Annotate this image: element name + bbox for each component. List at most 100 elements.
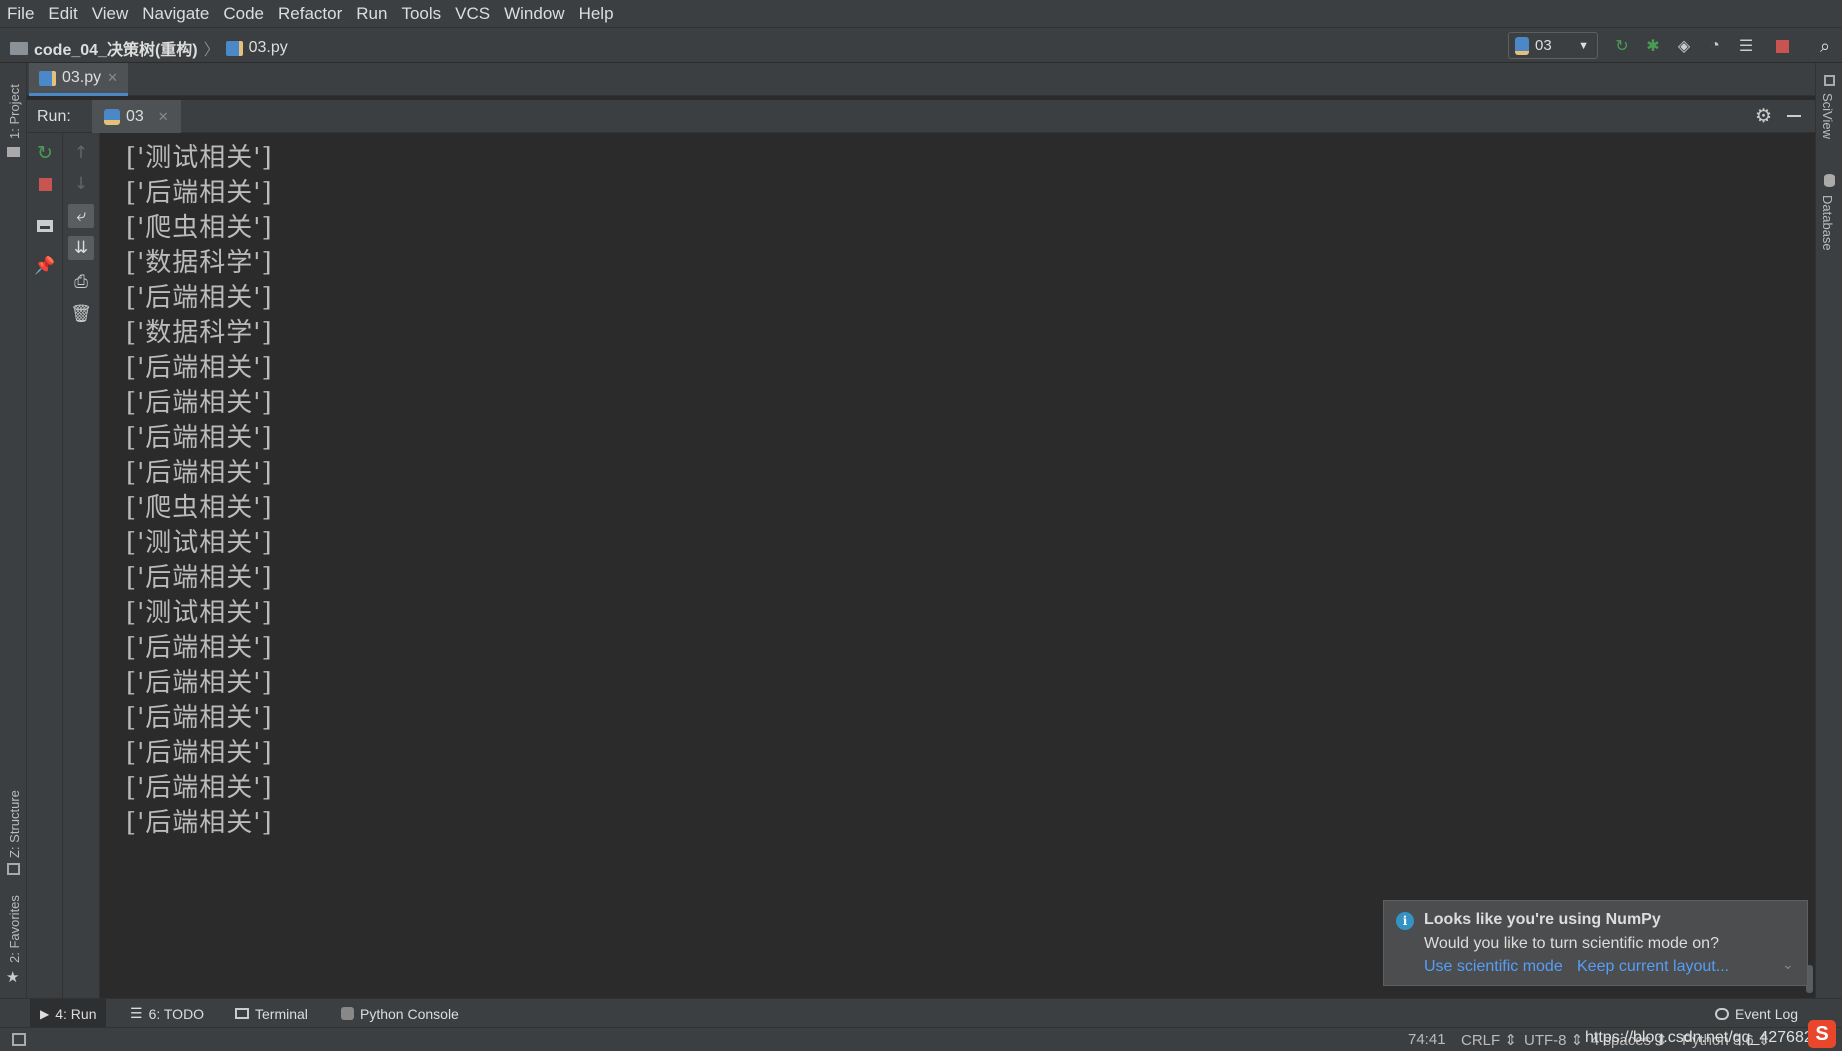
run-panel-label: Run:	[37, 108, 71, 125]
menu-window[interactable]: Window	[497, 4, 571, 24]
python-icon	[104, 108, 120, 125]
speech-bubble-icon	[1715, 1007, 1729, 1020]
left-tool-stripe: 1: Project Z: Structure 2: Favorites ★	[0, 63, 27, 998]
coverage-icon[interactable]: ◈	[1674, 36, 1694, 56]
tab-terminal[interactable]: Terminal	[225, 999, 318, 1028]
editor-tabs: 03.py ✕	[27, 63, 1815, 96]
line-separator[interactable]: CRLF ⇕	[1461, 1031, 1517, 1049]
trash-icon[interactable]: 🗑	[63, 301, 99, 327]
folder-icon	[7, 147, 20, 157]
menu-tools[interactable]: Tools	[394, 4, 448, 24]
database-icon	[1824, 174, 1835, 187]
tab-run[interactable]: ▶ 4: Run	[30, 999, 107, 1028]
run-panel-header: Run: 03 ✕ ⚙	[27, 100, 1815, 133]
menu-refactor[interactable]: Refactor	[271, 4, 349, 24]
console-line: ['爬虫相关']	[126, 493, 273, 523]
structure-icon	[7, 863, 20, 875]
tab-todo[interactable]: ☰ 6: TODO	[120, 999, 214, 1028]
tab-event-log-label: Event Log	[1735, 1005, 1799, 1022]
run-tab-03[interactable]: 03 ✕	[92, 100, 181, 133]
soft-wrap-icon[interactable]: ⤶	[63, 203, 99, 229]
stop-icon[interactable]	[1772, 36, 1792, 56]
console-line: ['测试相关']	[126, 598, 273, 628]
menu-code[interactable]: Code	[216, 4, 271, 24]
file-encoding[interactable]: UTF-8 ⇕	[1524, 1031, 1583, 1049]
menu-edit[interactable]: Edit	[41, 4, 84, 24]
python-file-icon	[225, 40, 243, 56]
pin-icon[interactable]: 📌	[27, 253, 63, 279]
info-icon: i	[1396, 912, 1414, 930]
debug-icon[interactable]: ✱	[1643, 36, 1663, 56]
console-line: ['数据科学']	[126, 248, 273, 278]
breadcrumb-project[interactable]: code_04_决策树(重构)	[34, 36, 198, 60]
tab-python-console[interactable]: Python Console	[331, 999, 469, 1028]
run-concurrency-icon[interactable]: ☰	[1736, 36, 1756, 56]
numpy-notification: i Looks like you're using NumPy Would yo…	[1383, 900, 1808, 986]
tab-todo-label: 6: TODO	[148, 1005, 205, 1022]
tab-terminal-label: Terminal	[255, 1005, 308, 1022]
navigation-bar: code_04_决策树(重构) 〉 03.py 03 ▼ ↻ ✱ ◈ ◔ ☰ ⌕	[0, 27, 1842, 63]
menu-help[interactable]: Help	[572, 4, 621, 24]
profile-icon[interactable]: ◔	[1705, 36, 1725, 56]
dropdown-arrow-icon: ▼	[1578, 39, 1589, 52]
python-icon	[341, 1007, 354, 1020]
menu-file[interactable]: File	[0, 4, 41, 24]
console-line: ['后端相关']	[126, 668, 273, 698]
tab-event-log[interactable]: Event Log	[1705, 999, 1808, 1028]
console-output[interactable]: ['测试相关'] ['后端相关'] ['爬虫相关'] ['数据科学'] ['后端…	[100, 133, 1815, 998]
structure-tool-button[interactable]: Z: Structure	[7, 790, 22, 858]
console-line: ['后端相关']	[126, 283, 273, 313]
restore-layout-icon[interactable]	[27, 213, 63, 239]
sciview-icon	[1824, 75, 1835, 86]
menu-run[interactable]: Run	[349, 4, 394, 24]
sciview-tool-button[interactable]: SciView	[1820, 93, 1835, 139]
terminal-icon	[235, 1008, 249, 1019]
console-line: ['爬虫相关']	[126, 213, 273, 243]
console-line: ['后端相关']	[126, 458, 273, 488]
database-tool-button[interactable]: Database	[1820, 195, 1835, 251]
python-icon	[1515, 36, 1529, 55]
editor-tab-03py[interactable]: 03.py ✕	[29, 63, 129, 96]
project-tool-button[interactable]: 1: Project	[7, 84, 22, 139]
notification-body: Would you like to turn scientific mode o…	[1424, 935, 1719, 952]
console-line: ['数据科学']	[126, 318, 273, 348]
stop-icon[interactable]	[27, 171, 63, 197]
run-toolbar-primary: ↻ 📌	[27, 133, 63, 998]
favorites-tool-button[interactable]: 2: Favorites	[7, 895, 22, 963]
close-icon[interactable]: ✕	[158, 109, 169, 125]
menu-view[interactable]: View	[85, 4, 136, 24]
console-line: ['后端相关']	[126, 388, 273, 418]
search-icon[interactable]: ⌕	[1815, 36, 1835, 56]
star-icon: ★	[6, 968, 20, 986]
keep-current-layout-link[interactable]: Keep current layout...	[1577, 958, 1729, 976]
console-line: ['后端相关']	[126, 353, 273, 383]
breadcrumb-file[interactable]: 03.py	[249, 39, 288, 57]
toggle-tool-windows-icon[interactable]	[12, 1033, 26, 1046]
rerun-icon[interactable]: ↻	[27, 140, 63, 166]
folder-icon	[10, 41, 28, 55]
up-arrow-icon[interactable]: ↑	[63, 140, 99, 166]
gear-icon[interactable]: ⚙	[1755, 105, 1772, 128]
run-configuration-select[interactable]: 03 ▼	[1508, 32, 1598, 59]
console-line: ['后端相关']	[126, 633, 273, 663]
menu-navigate[interactable]: Navigate	[135, 4, 216, 24]
editor-tab-label: 03.py	[62, 69, 102, 86]
right-tool-stripe: SciView Database	[1815, 63, 1842, 998]
console-line: ['后端相关']	[126, 773, 273, 803]
notification-title: Looks like you're using NumPy	[1424, 911, 1661, 928]
use-scientific-mode-link[interactable]: Use scientific mode	[1424, 958, 1563, 976]
chevron-down-icon[interactable]: ⌄	[1782, 956, 1794, 973]
run-toolbar-secondary: ↑ ↓ ⤶ ⇊ ⎙ 🗑	[63, 133, 100, 998]
close-icon[interactable]: ✕	[107, 70, 118, 86]
scroll-to-end-icon[interactable]: ⇊	[63, 235, 99, 261]
run-config-label: 03	[1535, 37, 1552, 54]
tab-run-label: 4: Run	[55, 1005, 97, 1022]
console-line: ['测试相关']	[126, 143, 273, 173]
down-arrow-icon[interactable]: ↓	[63, 171, 99, 197]
menu-vcs[interactable]: VCS	[448, 4, 497, 24]
minimize-icon[interactable]	[1787, 115, 1801, 117]
print-icon[interactable]: ⎙	[63, 269, 99, 295]
caret-position[interactable]: 74:41	[1408, 1031, 1446, 1048]
menu-bar: File Edit View Navigate Code Refactor Ru…	[0, 0, 1842, 27]
rerun-icon[interactable]: ↻	[1612, 36, 1632, 56]
